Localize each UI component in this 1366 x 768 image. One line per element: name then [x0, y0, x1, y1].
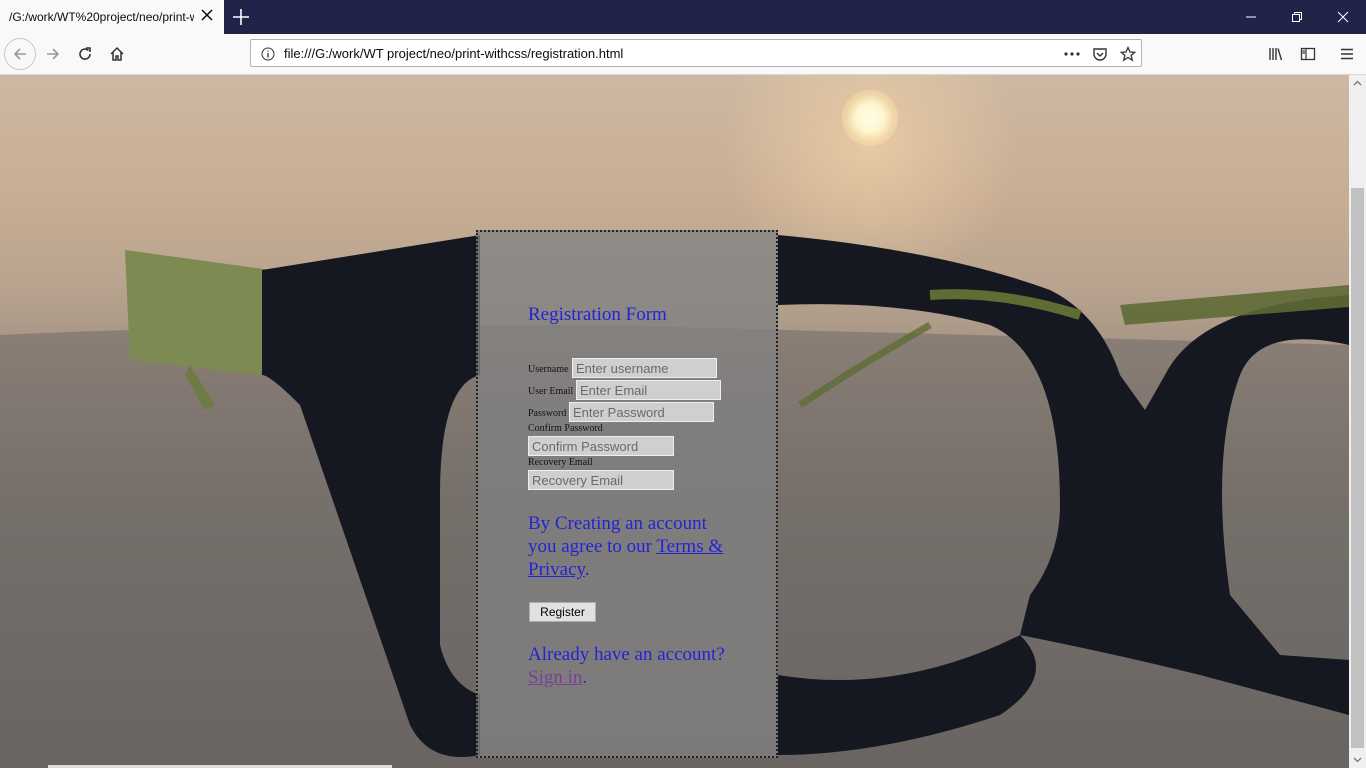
password-label: Password: [528, 408, 567, 419]
signin-notice: Already have an account?Sign in.: [528, 643, 728, 689]
password-input[interactable]: [569, 402, 714, 422]
form-title: Registration Form: [528, 304, 667, 325]
recovery-email-input[interactable]: [528, 470, 674, 490]
more-dots-icon[interactable]: [1063, 45, 1081, 63]
scroll-up-arrow[interactable]: [1349, 75, 1366, 91]
menu-icon: [1341, 48, 1353, 60]
scroll-thumb[interactable]: [1351, 188, 1364, 748]
restore-button[interactable]: [1274, 0, 1320, 34]
new-tab-icon[interactable]: [231, 7, 251, 27]
signin-suffix: .: [582, 667, 588, 688]
home-button[interactable]: [101, 38, 133, 70]
registration-panel: Registration Form Username User Email Pa…: [476, 230, 778, 758]
register-button[interactable]: Register: [529, 602, 596, 622]
forward-arrow-icon: [47, 48, 60, 60]
back-button[interactable]: [4, 38, 36, 70]
menu-button[interactable]: [1331, 38, 1363, 70]
email-label: User Email: [528, 386, 574, 397]
close-window-icon: [1337, 11, 1349, 23]
scroll-down-arrow[interactable]: [1349, 752, 1366, 768]
signin-prefix: Already have an account?: [528, 644, 725, 665]
back-arrow-icon: [13, 48, 26, 60]
vertical-scrollbar[interactable]: [1349, 75, 1366, 768]
restore-icon: [1292, 12, 1302, 22]
tab-title: /G:/work/WT%20project/neo/print-withcss/…: [9, 10, 194, 24]
home-icon: [110, 46, 124, 61]
info-icon[interactable]: [259, 45, 277, 63]
close-tab-icon[interactable]: [200, 8, 214, 22]
chevron-down-icon: [1353, 757, 1362, 763]
close-window-button[interactable]: [1320, 0, 1366, 34]
terms-suffix: .: [584, 559, 590, 580]
page-viewport: Registration Form Username User Email Pa…: [0, 75, 1349, 768]
confirm-password-input[interactable]: [528, 436, 674, 456]
library-button[interactable]: [1260, 38, 1292, 70]
minimize-button[interactable]: [1228, 0, 1274, 34]
username-label: Username: [528, 364, 569, 375]
bookmark-star-icon[interactable]: [1119, 45, 1137, 63]
minimize-icon: [1246, 16, 1256, 18]
sidebar-button[interactable]: [1292, 38, 1324, 70]
browser-tab[interactable]: /G:/work/WT%20project/neo/print-withcss/…: [0, 0, 224, 34]
tab-bar: /G:/work/WT%20project/neo/print-withcss/…: [0, 0, 1366, 34]
url-bar[interactable]: file:///G:/work/WT project/neo/print-wit…: [250, 39, 1142, 67]
chevron-up-icon: [1353, 80, 1362, 86]
recovery-email-label: Recovery Email: [528, 457, 593, 468]
username-input[interactable]: [572, 358, 717, 378]
url-text: file:///G:/work/WT project/neo/print-wit…: [284, 46, 624, 61]
reload-icon: [79, 47, 91, 60]
navigation-toolbar: file:///G:/work/WT project/neo/print-wit…: [0, 34, 1366, 75]
sidebar-icon: [1300, 47, 1316, 61]
reload-button[interactable]: [69, 38, 101, 70]
sign-in-link[interactable]: Sign in: [528, 667, 582, 688]
email-input[interactable]: [576, 380, 721, 400]
terms-notice: By Creating an account you agree to our …: [528, 512, 728, 581]
forward-button[interactable]: [37, 38, 69, 70]
pocket-icon[interactable]: [1091, 45, 1109, 63]
confirm-password-label: Confirm Password: [528, 423, 603, 434]
library-icon: [1269, 48, 1283, 61]
